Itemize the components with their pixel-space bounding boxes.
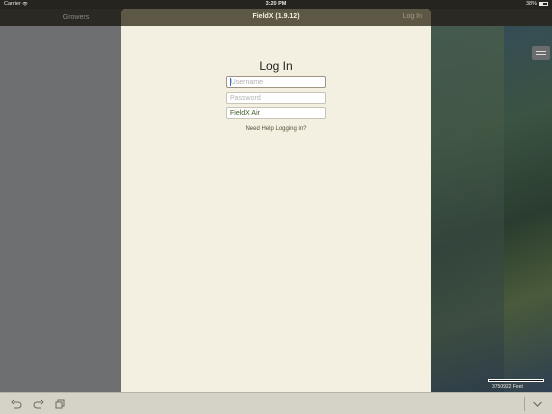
bottom-toolbar <box>0 392 552 414</box>
chevron-down-icon[interactable] <box>532 399 543 409</box>
layers-icon <box>536 51 546 55</box>
username-placeholder: Username <box>230 79 263 86</box>
server-value: FieldX Air <box>230 110 260 117</box>
redo-icon[interactable] <box>33 399 44 409</box>
status-time: 3:20 PM <box>265 1 287 7</box>
map-scale-label: 3750922 Feet <box>492 384 523 390</box>
header-login-button[interactable]: Log In <box>403 13 422 20</box>
battery-icon <box>539 2 548 6</box>
duplicate-icon[interactable] <box>55 399 66 409</box>
help-logging-in-link[interactable]: Need Help Logging in? <box>121 126 431 132</box>
login-modal: FieldX (1.9.12) Log In Log In Username P… <box>121 9 431 392</box>
username-field[interactable]: Username <box>226 76 326 88</box>
server-field[interactable]: FieldX Air <box>226 107 326 119</box>
login-heading: Log In <box>259 59 293 73</box>
map-layers-button[interactable] <box>532 46 550 60</box>
undo-icon[interactable] <box>11 399 22 409</box>
map-scale-bar <box>488 379 544 382</box>
modal-title: FieldX (1.9.12) <box>252 13 300 20</box>
toolbar-divider <box>524 397 525 411</box>
map-view[interactable] <box>431 26 552 392</box>
growers-list-panel <box>0 26 122 392</box>
password-field[interactable]: Password <box>226 92 326 104</box>
status-bar: Carrier 3:20 PM 38% <box>0 0 552 9</box>
modal-header: FieldX (1.9.12) Log In <box>121 9 431 26</box>
password-placeholder: Password <box>230 95 261 102</box>
battery-indicator: 38% <box>526 1 548 7</box>
